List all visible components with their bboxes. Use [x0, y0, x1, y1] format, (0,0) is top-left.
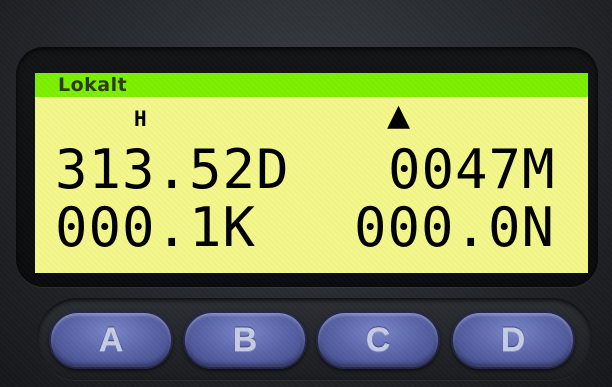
b-button[interactable]: B [183, 311, 307, 369]
readout-heading: 313.52D [55, 138, 290, 201]
readout-speed: 000.0N [354, 196, 556, 259]
a-button-label: A [98, 320, 124, 359]
readout-altitude: 0047M [388, 138, 556, 201]
c-button-label: C [365, 320, 391, 359]
b-button-label: B [232, 320, 258, 359]
readout-distance: 000.1K [55, 196, 257, 259]
d-button[interactable]: D [451, 311, 575, 369]
mode-indicator-letter: H [134, 107, 147, 131]
lcd-header-bar: Lokalt [35, 73, 588, 97]
lcd-screen: Lokalt H ▲ 313.52D 0047M 000.1K 000.0N [35, 73, 588, 273]
screen-title: Lokalt [58, 74, 128, 96]
gps-device: Lokalt H ▲ 313.52D 0047M 000.1K 000.0N A… [0, 0, 612, 387]
d-button-label: D [500, 320, 526, 359]
a-button[interactable]: A [49, 311, 173, 369]
c-button[interactable]: C [316, 311, 440, 369]
up-triangle-icon: ▲ [387, 98, 411, 133]
